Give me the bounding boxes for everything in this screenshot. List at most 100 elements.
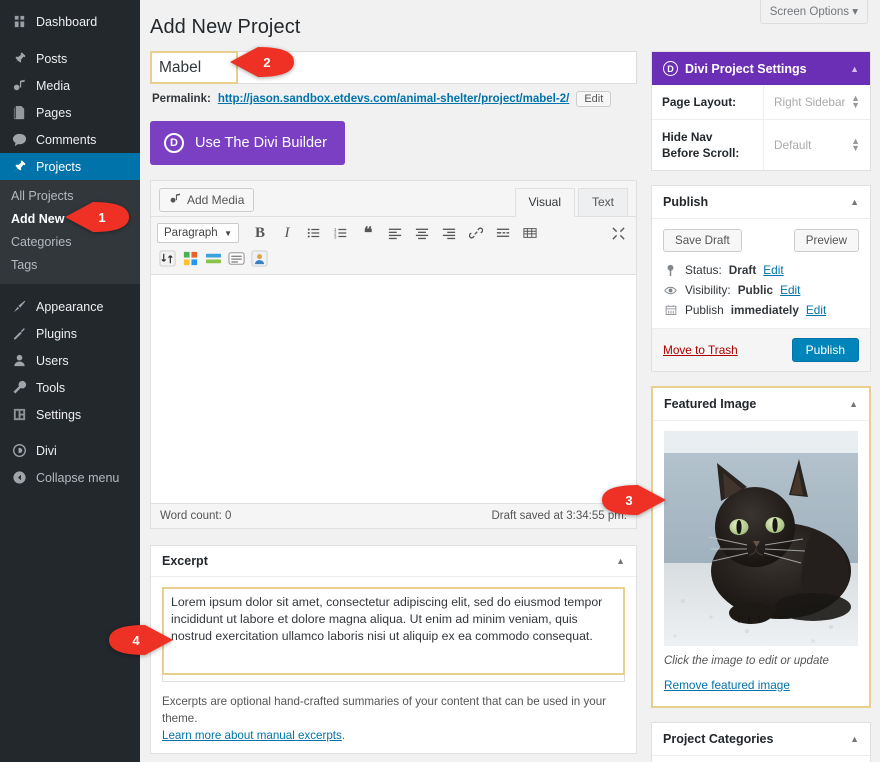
publish-title: Publish [663,195,709,209]
sidebar-item-media[interactable]: Media [0,72,140,99]
featured-image-header[interactable]: Featured Image ▲ [653,388,869,421]
schedule-value: immediately [730,303,799,317]
edit-visibility-link[interactable]: Edit [780,283,800,297]
italic-icon[interactable]: I [275,222,299,244]
permalink-slug[interactable]: mabel-2 [523,93,566,105]
cat-photo [664,431,858,646]
chevron-up-icon[interactable]: ▲ [850,734,859,744]
stepper-icon: ▲ ▼ [851,136,860,153]
featured-image-panel: Featured Image ▲ Click the image to edit… [651,386,871,708]
calendar-icon [663,304,678,316]
align-center-icon[interactable] [410,222,434,244]
sidebar-item-pages[interactable]: Pages [0,99,140,126]
status-row: Status: Draft Edit [652,260,870,280]
link-icon[interactable] [464,222,488,244]
numbered-list-icon[interactable]: 123 [329,222,353,244]
excerpt-panel: Excerpt ▲ Excerpts are optional hand-cra… [150,545,637,754]
sidebar-item-projects[interactable]: Projects [0,153,140,180]
paragraph-format-select[interactable]: Paragraph ▼ [157,223,239,243]
sidebar-item-tags[interactable]: Tags [0,254,140,277]
hide-nav-select[interactable]: Default ▲ ▼ [764,120,870,170]
publish-panel-header[interactable]: Publish ▲ [652,186,870,219]
bold-icon[interactable]: B [248,222,272,244]
sidebar-item-posts[interactable]: Posts [0,45,140,72]
screen-options-button[interactable]: Screen Options ▾ [759,0,868,24]
chevron-up-icon[interactable]: ▲ [849,399,858,409]
sidebar-label: Tools [36,380,66,395]
divi-settings-header[interactable]: D Divi Project Settings ▲ [652,52,870,85]
save-draft-button[interactable]: Save Draft [663,229,742,252]
sidebar-item-comments[interactable]: Comments [0,126,140,153]
sidebar-item-users[interactable]: Users [0,347,140,374]
permalink-row: Permalink: http://jason.sandbox.etdevs.c… [150,84,637,107]
sidebar-label: Appearance [36,299,104,314]
divi-rows-icon[interactable] [205,250,222,267]
excerpt-panel-header[interactable]: Excerpt ▲ [151,546,636,577]
sidebar-item-categories[interactable]: Categories [0,231,140,254]
featured-image-thumbnail[interactable] [664,431,858,646]
publish-button[interactable]: Publish [791,338,859,362]
submenu-label: Tags [11,258,38,272]
svg-text:3: 3 [334,234,337,239]
submenu-label: Add New [11,212,65,226]
sidebar-item-collapse-menu[interactable]: Collapse menu [0,464,140,491]
edit-permalink-button[interactable]: Edit [576,91,612,107]
chevron-up-icon[interactable]: ▲ [850,197,859,207]
brush-icon [11,299,27,315]
excerpt-help-text: Excerpts are optional hand-crafted summa… [162,687,625,744]
featured-image-title: Featured Image [664,397,757,411]
editor-top-bar: Add Media Visual Text [151,181,636,217]
project-title-input[interactable] [150,51,637,84]
bullet-list-icon[interactable] [302,222,326,244]
permalink-label: Permalink: [152,93,211,105]
sidebar-item-divi[interactable]: Divi [0,437,140,464]
tab-text[interactable]: Text [577,188,628,216]
permalink-trailing[interactable]: / [566,93,569,105]
chevron-up-icon[interactable]: ▲ [616,556,625,566]
editor-content-area[interactable] [151,275,636,503]
primary-column: Permalink: http://jason.sandbox.etdevs.c… [150,51,637,762]
schedule-row: Publish immediately Edit [652,300,870,320]
use-divi-builder-button[interactable]: D Use The Divi Builder [150,121,345,165]
sidebar-label: Dashboard [36,14,98,29]
divi-person-icon[interactable] [251,249,268,267]
remove-featured-image-link[interactable]: Remove featured image [664,667,790,692]
sidebar-item-dashboard[interactable]: Dashboard [0,8,140,35]
annotation-marker-2: 2 [228,45,296,79]
annotation-marker-4: 4 [107,623,175,657]
sidebar-item-settings[interactable]: Settings [0,401,140,428]
submenu-label: Categories [11,235,72,249]
permalink-url[interactable]: http://jason.sandbox.etdevs.com/animal-s… [218,93,523,105]
setting-row-hide-nav: Hide Nav Before Scroll: Default ▲ ▼ [652,120,870,170]
marker-number: 4 [132,632,140,648]
preview-button[interactable]: Preview [793,229,859,252]
edit-status-link[interactable]: Edit [763,263,783,277]
divi-list-icon[interactable] [228,250,245,267]
sidebar-item-plugins[interactable]: Plugins [0,320,140,347]
fullscreen-icon[interactable] [606,222,630,244]
divi-columns-icon[interactable] [182,250,199,267]
page-layout-select[interactable]: Right Sidebar ▲ ▼ [764,85,870,119]
move-to-trash-link[interactable]: Move to Trash [663,343,738,357]
sidebar-label: Users [36,353,69,368]
toolbar-toggle-icon[interactable] [518,222,542,244]
sidebar-item-tools[interactable]: Tools [0,374,140,401]
chevron-up-icon[interactable]: ▲ [850,64,859,74]
add-media-button[interactable]: Add Media [159,188,255,212]
blockquote-icon[interactable]: ❝ [356,222,380,244]
collapse-icon [11,470,27,486]
project-categories-header[interactable]: Project Categories ▲ [652,723,870,756]
align-left-icon[interactable] [383,222,407,244]
divi-builder-label: Use The Divi Builder [195,135,327,151]
divi-insert-module-icon[interactable] [159,249,176,267]
excerpt-textarea[interactable] [162,587,625,682]
sidebar-item-appearance[interactable]: Appearance [0,293,140,320]
edit-schedule-link[interactable]: Edit [806,303,826,317]
excerpt-help-link[interactable]: Learn more about manual excerpts [162,729,342,742]
sidebar-label: Settings [36,407,82,422]
align-right-icon[interactable] [437,222,461,244]
read-more-icon[interactable] [491,222,515,244]
tab-visual[interactable]: Visual [514,188,575,217]
stepper-icon: ▲ ▼ [851,93,860,110]
excerpt-panel-body: Excerpts are optional hand-crafted summa… [151,577,636,753]
